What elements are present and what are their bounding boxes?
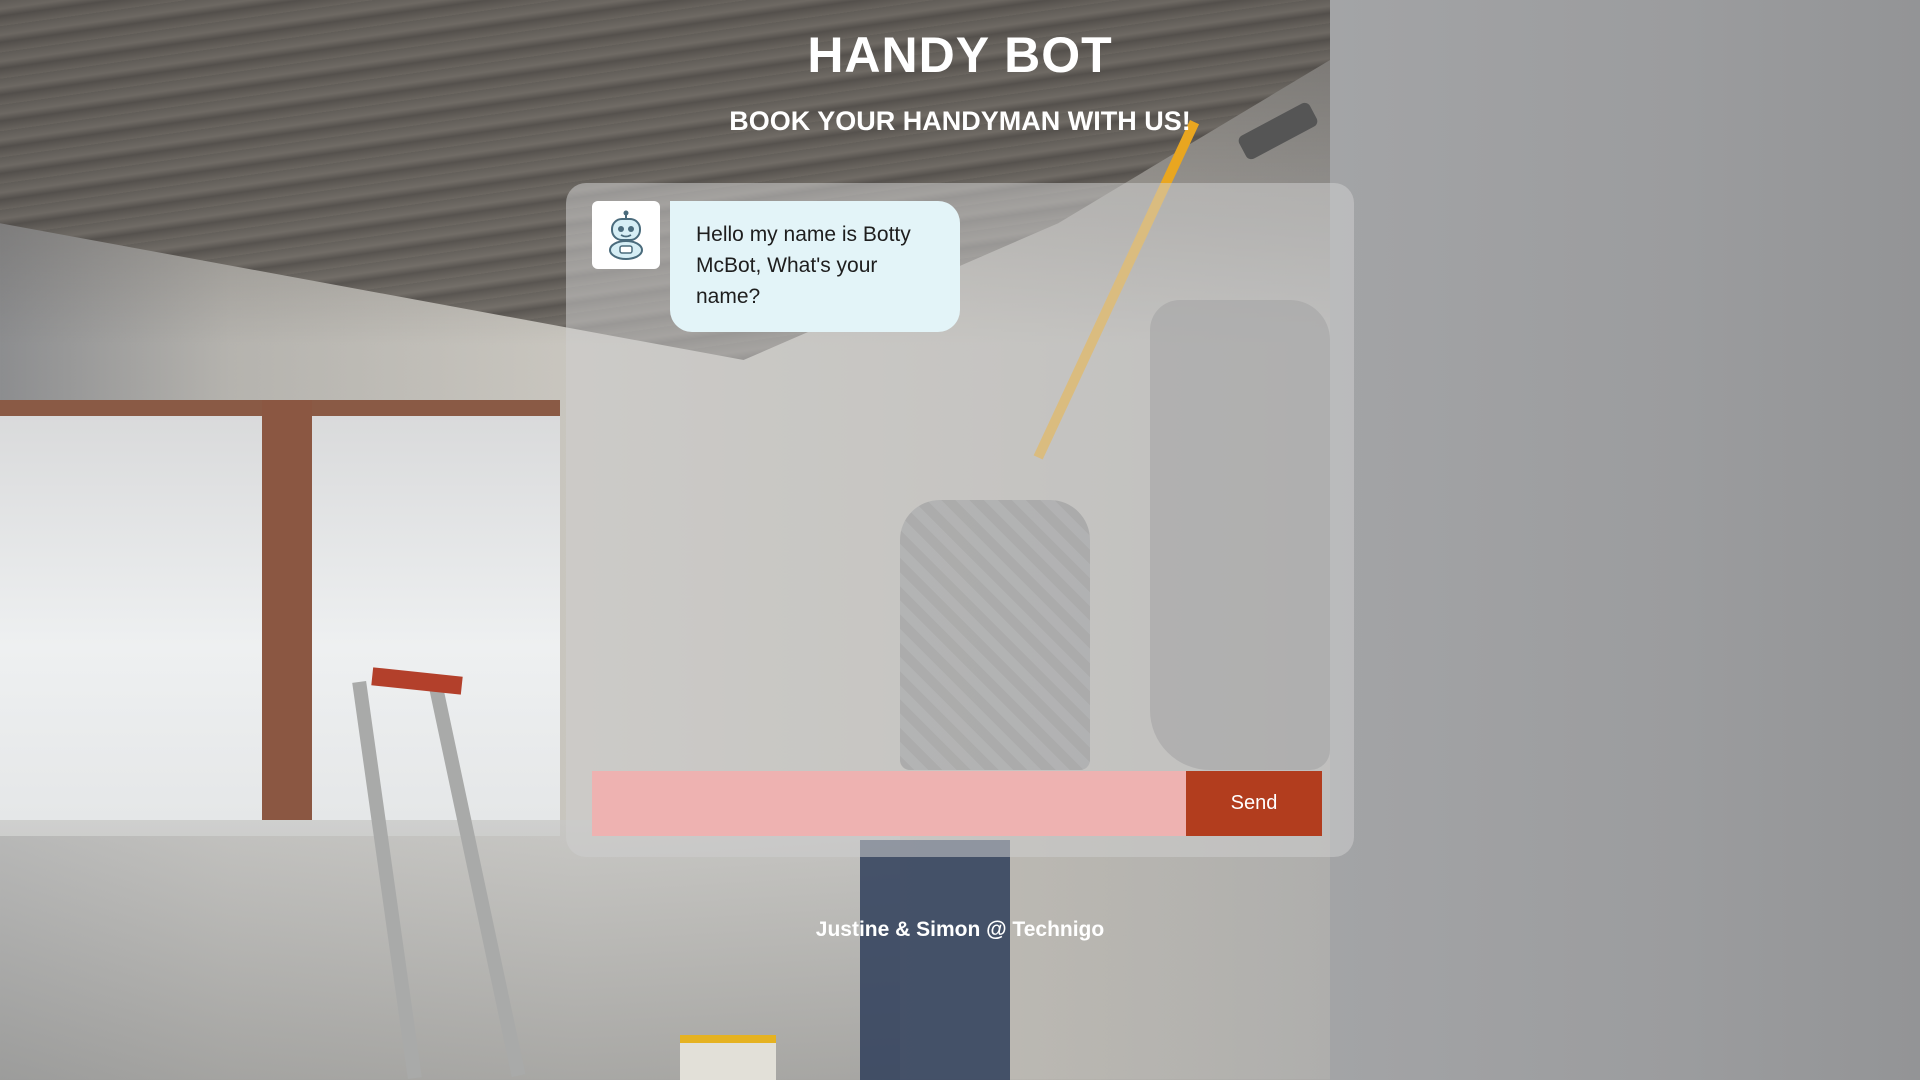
bot-message: Hello my name is Botty McBot, What's you…	[592, 201, 960, 332]
background-window	[0, 400, 560, 836]
background-ladder-rail-right	[428, 682, 526, 1078]
page-subtitle: BOOK YOUR HANDYMAN WITH US!	[729, 106, 1191, 136]
footer-credit: Justine & Simon @ Technigo	[815, 918, 1105, 941]
background-ladder-rail-left	[352, 680, 422, 1080]
background-person-legs	[860, 840, 1010, 1080]
chat-input-form: Send	[592, 771, 1322, 836]
background-paint-bucket	[680, 1035, 776, 1080]
robot-icon	[592, 201, 660, 269]
chat-panel: Hello my name is Botty McBot, What's you…	[566, 183, 1354, 857]
background-window-frame	[262, 400, 312, 820]
bot-message-text: Hello my name is Botty McBot, What's you…	[670, 201, 960, 332]
robot-icon-graphic	[609, 210, 643, 260]
send-button[interactable]: Send	[1186, 771, 1322, 836]
background-ladder-top	[371, 667, 463, 695]
message-input[interactable]	[592, 771, 1186, 836]
page-title: HANDY BOT	[807, 27, 1113, 83]
background-plastic-sheet	[0, 820, 900, 1080]
